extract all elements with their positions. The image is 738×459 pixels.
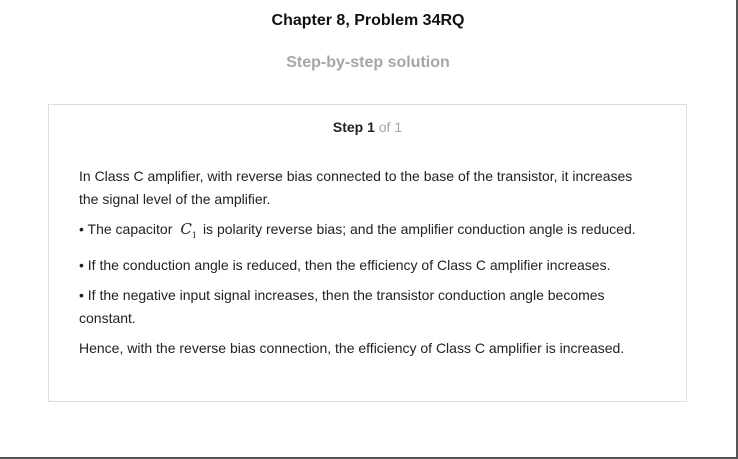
solution-content: In Class C amplifier, with reverse bias … xyxy=(79,165,654,367)
solution-card: Step 1 of 1 In Class C amplifier, with r… xyxy=(48,104,687,402)
capacitor-symbol-letter: C xyxy=(180,220,192,238)
bullet-capacitor-pre: • The capacitor xyxy=(79,221,173,237)
page-title: Chapter 8, Problem 34RQ xyxy=(271,12,465,29)
bullet-negative-input: • If the negative input signal increases… xyxy=(79,287,605,326)
bullet-capacitor: • The capacitor C1 is polarity reverse bia… xyxy=(79,218,654,247)
intro-paragraph: In Class C amplifier, with reverse bias … xyxy=(79,168,633,207)
step-count: of 1 xyxy=(378,119,403,135)
step-label: Step 1 xyxy=(332,119,375,135)
bullet-capacitor-post: is polarity reverse bias; and the amplif… xyxy=(202,221,636,237)
bullet-conduction-angle: • If the conduction angle is reduced, th… xyxy=(79,257,611,273)
conclusion-paragraph: Hence, with the reverse bias connection,… xyxy=(79,340,625,356)
solution-subtitle: Step-by-step solution xyxy=(286,54,450,71)
capacitor-symbol-subscript: 1 xyxy=(191,231,197,240)
step-header: Step 1 of 1 xyxy=(49,119,686,135)
capacitor-symbol: C1 xyxy=(180,220,197,240)
